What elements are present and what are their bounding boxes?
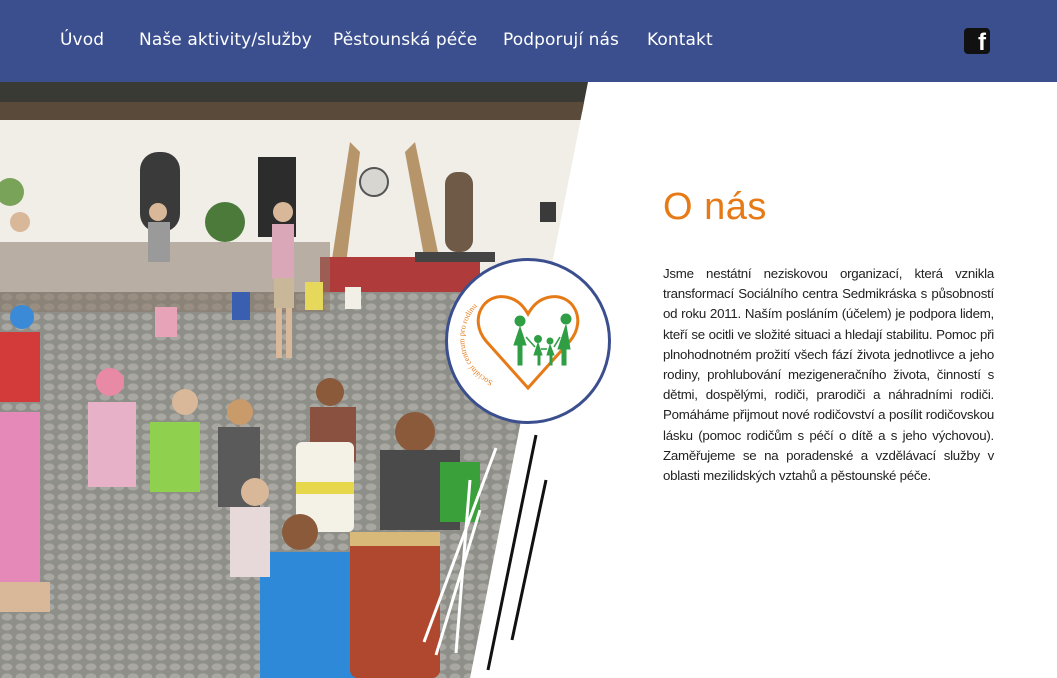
nav-item-uvod[interactable]: Úvod (60, 30, 104, 50)
nav-item-podporuji-nas[interactable]: Podporují nás (503, 30, 619, 50)
nav-item-pestounska-pece[interactable]: Pěstounská péče (333, 30, 477, 50)
top-navigation: Úvod Naše aktivity/služby Pěstounská péč… (0, 0, 1057, 82)
about-text: Jsme nestátní neziskovou organizací, kte… (663, 266, 994, 484)
about-title: O nás (663, 186, 767, 228)
heart-family-logo: Sociální centrum pro rodinu (457, 295, 580, 391)
nav-item-kontakt[interactable]: Kontakt (647, 30, 713, 50)
decorative-stripes (422, 434, 548, 671)
facebook-glyph: f (978, 29, 986, 56)
nav-item-aktivity[interactable]: Naše aktivity/služby (139, 30, 312, 50)
facebook-icon[interactable]: f (964, 28, 990, 56)
organization-logo: Sociální centrum pro rodinu (445, 258, 611, 424)
